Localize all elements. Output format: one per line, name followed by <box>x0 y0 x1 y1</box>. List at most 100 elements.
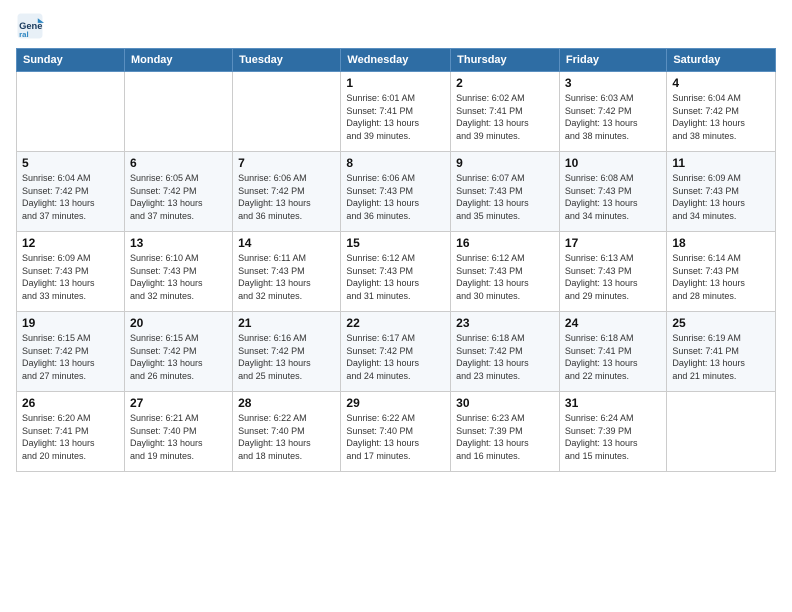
day-number: 21 <box>238 316 335 330</box>
calendar-cell: 25 Sunrise: 6:19 AM Sunset: 7:41 PM Dayli… <box>667 312 776 392</box>
day-info: Sunrise: 6:07 AM Sunset: 7:43 PM Dayligh… <box>456 172 554 222</box>
day-info: Sunrise: 6:20 AM Sunset: 7:41 PM Dayligh… <box>22 412 119 462</box>
calendar-cell: 13 Sunrise: 6:10 AM Sunset: 7:43 PM Dayli… <box>124 232 232 312</box>
calendar-week-3: 12 Sunrise: 6:09 AM Sunset: 7:43 PM Dayli… <box>17 232 776 312</box>
day-info: Sunrise: 6:10 AM Sunset: 7:43 PM Dayligh… <box>130 252 227 302</box>
day-info: Sunrise: 6:12 AM Sunset: 7:43 PM Dayligh… <box>346 252 445 302</box>
day-number: 19 <box>22 316 119 330</box>
day-number: 20 <box>130 316 227 330</box>
day-info: Sunrise: 6:04 AM Sunset: 7:42 PM Dayligh… <box>672 92 770 142</box>
svg-text:ral: ral <box>19 30 29 39</box>
day-info: Sunrise: 6:02 AM Sunset: 7:41 PM Dayligh… <box>456 92 554 142</box>
calendar-cell: 20Sunrise: 6:15 AM Sunset: 7:42 PM Dayli… <box>124 312 232 392</box>
calendar-cell: 31 Sunrise: 6:24 AM Sunset: 7:39 PM Dayli… <box>559 392 666 472</box>
day-number: 5 <box>22 156 119 170</box>
day-number: 29 <box>346 396 445 410</box>
calendar-week-2: 5 Sunrise: 6:04 AM Sunset: 7:42 PM Daylig… <box>17 152 776 232</box>
logo: Gene ral <box>16 12 48 40</box>
day-info: Sunrise: 6:09 AM Sunset: 7:43 PM Dayligh… <box>22 252 119 302</box>
weekday-header-thursday: Thursday <box>451 49 560 72</box>
day-number: 14 <box>238 236 335 250</box>
page: Gene ral SundayMondayTuesdayWednesdayThu… <box>0 0 792 612</box>
day-number: 2 <box>456 76 554 90</box>
day-number: 17 <box>565 236 661 250</box>
day-number: 30 <box>456 396 554 410</box>
calendar-cell: 5 Sunrise: 6:04 AM Sunset: 7:42 PM Daylig… <box>17 152 125 232</box>
weekday-header-monday: Monday <box>124 49 232 72</box>
day-number: 24 <box>565 316 661 330</box>
calendar-cell <box>233 72 341 152</box>
day-number: 26 <box>22 396 119 410</box>
day-info: Sunrise: 6:04 AM Sunset: 7:42 PM Dayligh… <box>22 172 119 222</box>
calendar-cell: 1 Sunrise: 6:01 AM Sunset: 7:41 PM Daylig… <box>341 72 451 152</box>
calendar-cell: 12 Sunrise: 6:09 AM Sunset: 7:43 PM Dayli… <box>17 232 125 312</box>
day-number: 9 <box>456 156 554 170</box>
day-info: Sunrise: 6:06 AM Sunset: 7:43 PM Dayligh… <box>346 172 445 222</box>
weekday-header-saturday: Saturday <box>667 49 776 72</box>
day-info: Sunrise: 6:05 AM Sunset: 7:42 PM Dayligh… <box>130 172 227 222</box>
weekday-header-sunday: Sunday <box>17 49 125 72</box>
weekday-header-friday: Friday <box>559 49 666 72</box>
day-number: 6 <box>130 156 227 170</box>
calendar-cell: 26 Sunrise: 6:20 AM Sunset: 7:41 PM Dayli… <box>17 392 125 472</box>
day-number: 31 <box>565 396 661 410</box>
day-number: 25 <box>672 316 770 330</box>
calendar: SundayMondayTuesdayWednesdayThursdayFrid… <box>16 48 776 472</box>
calendar-cell: 29 Sunrise: 6:22 AM Sunset: 7:40 PM Dayli… <box>341 392 451 472</box>
day-number: 12 <box>22 236 119 250</box>
day-number: 4 <box>672 76 770 90</box>
calendar-cell: 2 Sunrise: 6:02 AM Sunset: 7:41 PM Daylig… <box>451 72 560 152</box>
day-info: Sunrise: 6:22 AM Sunset: 7:40 PM Dayligh… <box>346 412 445 462</box>
calendar-cell: 16Sunrise: 6:12 AM Sunset: 7:43 PM Dayli… <box>451 232 560 312</box>
calendar-cell: 19 Sunrise: 6:15 AM Sunset: 7:42 PM Dayli… <box>17 312 125 392</box>
logo-icon: Gene ral <box>16 12 44 40</box>
calendar-cell: 6 Sunrise: 6:05 AM Sunset: 7:42 PM Daylig… <box>124 152 232 232</box>
day-number: 8 <box>346 156 445 170</box>
calendar-cell: 24 Sunrise: 6:18 AM Sunset: 7:41 PM Dayli… <box>559 312 666 392</box>
day-number: 10 <box>565 156 661 170</box>
calendar-cell: 27Sunrise: 6:21 AM Sunset: 7:40 PM Dayli… <box>124 392 232 472</box>
day-info: Sunrise: 6:06 AM Sunset: 7:42 PM Dayligh… <box>238 172 335 222</box>
day-number: 11 <box>672 156 770 170</box>
calendar-cell: 7Sunrise: 6:06 AM Sunset: 7:42 PM Daylig… <box>233 152 341 232</box>
calendar-cell: 23 Sunrise: 6:18 AM Sunset: 7:42 PM Dayli… <box>451 312 560 392</box>
calendar-cell: 11Sunrise: 6:09 AM Sunset: 7:43 PM Dayli… <box>667 152 776 232</box>
day-number: 28 <box>238 396 335 410</box>
calendar-cell: 17 Sunrise: 6:13 AM Sunset: 7:43 PM Dayli… <box>559 232 666 312</box>
calendar-cell: 10 Sunrise: 6:08 AM Sunset: 7:43 PM Dayli… <box>559 152 666 232</box>
day-number: 18 <box>672 236 770 250</box>
day-number: 13 <box>130 236 227 250</box>
day-info: Sunrise: 6:08 AM Sunset: 7:43 PM Dayligh… <box>565 172 661 222</box>
day-info: Sunrise: 6:21 AM Sunset: 7:40 PM Dayligh… <box>130 412 227 462</box>
calendar-cell: 4 Sunrise: 6:04 AM Sunset: 7:42 PM Daylig… <box>667 72 776 152</box>
day-info: Sunrise: 6:18 AM Sunset: 7:41 PM Dayligh… <box>565 332 661 382</box>
weekday-header-wednesday: Wednesday <box>341 49 451 72</box>
day-info: Sunrise: 6:23 AM Sunset: 7:39 PM Dayligh… <box>456 412 554 462</box>
header: Gene ral <box>16 12 776 40</box>
calendar-cell: 21Sunrise: 6:16 AM Sunset: 7:42 PM Dayli… <box>233 312 341 392</box>
calendar-cell: 18 Sunrise: 6:14 AM Sunset: 7:43 PM Dayli… <box>667 232 776 312</box>
day-info: Sunrise: 6:19 AM Sunset: 7:41 PM Dayligh… <box>672 332 770 382</box>
day-info: Sunrise: 6:15 AM Sunset: 7:42 PM Dayligh… <box>22 332 119 382</box>
calendar-cell: 14 Sunrise: 6:11 AM Sunset: 7:43 PM Dayli… <box>233 232 341 312</box>
day-number: 15 <box>346 236 445 250</box>
day-info: Sunrise: 6:01 AM Sunset: 7:41 PM Dayligh… <box>346 92 445 142</box>
day-info: Sunrise: 6:24 AM Sunset: 7:39 PM Dayligh… <box>565 412 661 462</box>
calendar-cell <box>124 72 232 152</box>
day-number: 16 <box>456 236 554 250</box>
calendar-cell: 30 Sunrise: 6:23 AM Sunset: 7:39 PM Dayli… <box>451 392 560 472</box>
day-number: 23 <box>456 316 554 330</box>
calendar-cell <box>667 392 776 472</box>
day-info: Sunrise: 6:13 AM Sunset: 7:43 PM Dayligh… <box>565 252 661 302</box>
calendar-cell: 22Sunrise: 6:17 AM Sunset: 7:42 PM Dayli… <box>341 312 451 392</box>
calendar-cell: 8 Sunrise: 6:06 AM Sunset: 7:43 PM Daylig… <box>341 152 451 232</box>
calendar-cell: 15 Sunrise: 6:12 AM Sunset: 7:43 PM Dayli… <box>341 232 451 312</box>
day-number: 1 <box>346 76 445 90</box>
day-info: Sunrise: 6:18 AM Sunset: 7:42 PM Dayligh… <box>456 332 554 382</box>
day-info: Sunrise: 6:14 AM Sunset: 7:43 PM Dayligh… <box>672 252 770 302</box>
day-info: Sunrise: 6:11 AM Sunset: 7:43 PM Dayligh… <box>238 252 335 302</box>
calendar-cell: 3Sunrise: 6:03 AM Sunset: 7:42 PM Daylig… <box>559 72 666 152</box>
weekday-header-tuesday: Tuesday <box>233 49 341 72</box>
calendar-week-4: 19 Sunrise: 6:15 AM Sunset: 7:42 PM Dayli… <box>17 312 776 392</box>
day-info: Sunrise: 6:17 AM Sunset: 7:42 PM Dayligh… <box>346 332 445 382</box>
